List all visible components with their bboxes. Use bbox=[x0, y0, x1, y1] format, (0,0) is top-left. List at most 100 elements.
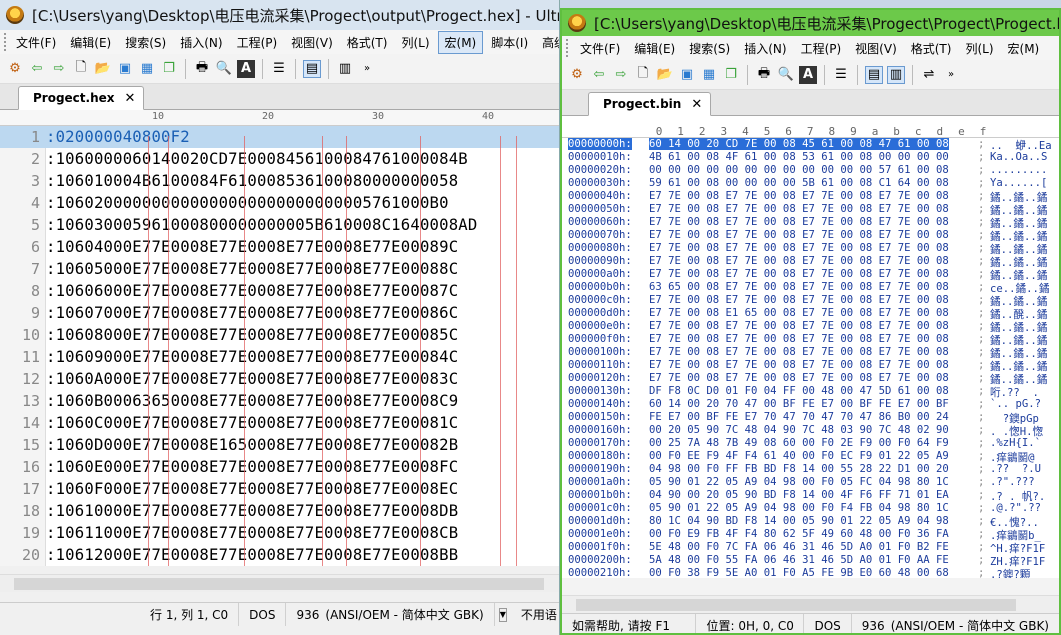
font-icon[interactable]: A bbox=[799, 65, 817, 84]
hex-bytes[interactable]: E7 7E 00 08 E7 7E 00 08 E7 7E 00 08 E7 7… bbox=[649, 359, 949, 371]
hex-row[interactable]: 000000a0h: E7 7E 00 08 E7 7E 00 08 E7 7E … bbox=[562, 268, 1059, 282]
text-line[interactable]: 9:10607000E77E0008E77E0008E77E0008E77E00… bbox=[0, 302, 559, 324]
text-line[interactable]: 2:1060000060140020CD7E000845610008476100… bbox=[0, 148, 559, 170]
hex-bytes[interactable]: 80 1C 04 90 BD F8 14 00 05 90 01 22 05 A… bbox=[649, 515, 949, 527]
toolbar-overflow-icon[interactable]: » bbox=[358, 60, 376, 78]
open-folder-icon[interactable]: 📂 bbox=[656, 66, 674, 84]
menu-project[interactable]: 工程(P) bbox=[795, 38, 848, 59]
hex-mode-icon[interactable]: ▤ bbox=[865, 65, 883, 84]
back-arrow-icon[interactable]: ⇦ bbox=[590, 66, 608, 84]
text-line[interactable]: 13:1060B00063650008E77E0008E77E0008E77E0… bbox=[0, 390, 559, 412]
hex-row[interactable]: 00000160h: 00 20 05 90 7C 48 04 90 7C 48 … bbox=[562, 424, 1059, 438]
text-line[interactable]: 8:10606000E77E0008E77E0008E77E0008E77E00… bbox=[0, 280, 559, 302]
hex-bytes[interactable]: 00 F0 EE F9 4F F4 61 40 00 F0 EC F9 01 2… bbox=[649, 450, 949, 462]
text-line[interactable]: 20:10612000E77E0008E77E0008E77E0008E77E0… bbox=[0, 544, 559, 566]
line-text[interactable]: :1060A000E77E0008E77E0008E77E0008E77E000… bbox=[44, 370, 458, 388]
ascii-text[interactable]: .?? ?.U bbox=[990, 463, 1041, 475]
print-icon[interactable]: 🖶 bbox=[193, 60, 211, 78]
hex-row[interactable]: 000000f0h: E7 7E 00 08 E7 7E 00 08 E7 7E … bbox=[562, 333, 1059, 347]
hex-bytes[interactable]: 00 20 05 90 7C 48 04 90 7C 48 03 90 7C 4… bbox=[649, 424, 949, 436]
text-line[interactable]: 17:1060F000E77E0008E77E0008E77E0008E77E0… bbox=[0, 478, 559, 500]
horizontal-scrollbar[interactable] bbox=[0, 574, 559, 592]
hex-row[interactable]: 00000130h: DF F8 0C D0 01 F0 04 FF 00 48 … bbox=[562, 385, 1059, 399]
line-text[interactable]: :10605000E77E0008E77E0008E77E0008E77E000… bbox=[44, 260, 458, 278]
hex-row[interactable]: 00000120h: E7 7E 00 08 E7 7E 00 08 E7 7E … bbox=[562, 372, 1059, 386]
menu-grip[interactable] bbox=[566, 39, 570, 57]
hex-bytes[interactable]: E7 7E 00 08 E7 7E 00 08 E7 7E 00 08 E7 7… bbox=[649, 294, 949, 306]
chevron-down-icon[interactable]: ▼ bbox=[498, 607, 507, 622]
hex-row[interactable]: 00000050h: E7 7E 00 08 E7 7E 00 08 E7 7E … bbox=[562, 203, 1059, 217]
open-folder-icon[interactable]: 📂 bbox=[94, 60, 112, 78]
menu-edit[interactable]: 编辑(E) bbox=[628, 38, 681, 59]
text-line[interactable]: 14:1060C000E77E0008E77E0008E77E0008E77E0… bbox=[0, 412, 559, 434]
hex-row[interactable]: 000001c0h: 05 90 01 22 05 A9 04 98 00 F0 … bbox=[562, 502, 1059, 515]
menu-format[interactable]: 格式(T) bbox=[905, 38, 958, 59]
text-line[interactable]: 19:10611000E77E0008E77E0008E77E0008E77E0… bbox=[0, 522, 559, 544]
hex-bytes[interactable]: 60 14 00 20 70 47 00 BF FE E7 00 BF FE E… bbox=[649, 398, 949, 410]
hex-row[interactable]: 00000210h: 00 F0 38 F9 5E A0 01 F0 A5 FE … bbox=[562, 567, 1059, 578]
hex-bytes[interactable]: 00 F0 E9 FB 4F F4 80 62 5F 49 60 48 00 F… bbox=[649, 528, 949, 540]
text-line[interactable]: 5:106030005961000800000000005B610008C164… bbox=[0, 214, 559, 236]
hex-bytes[interactable]: 63 65 00 08 E7 7E 00 08 E7 7E 00 08 E7 7… bbox=[649, 281, 949, 293]
settings-icon[interactable]: ⚙ bbox=[6, 60, 24, 78]
line-text[interactable]: :10612000E77E0008E77E0008E77E0008E77E000… bbox=[44, 546, 458, 564]
hex-bytes[interactable]: 05 90 01 22 05 A9 04 98 00 F0 05 FC 04 9… bbox=[649, 476, 949, 488]
back-arrow-icon[interactable]: ⇦ bbox=[28, 60, 46, 78]
hex-row[interactable]: 00000060h: E7 7E 00 08 E7 7E 00 08 E7 7E … bbox=[562, 216, 1059, 230]
hex-row[interactable]: 00000200h: 5A 48 00 F0 55 FA 06 46 31 46 … bbox=[562, 554, 1059, 568]
hex-editor[interactable]: 00000000h: 60 14 00 20 CD 7E 00 08 45 61 … bbox=[562, 138, 1059, 578]
save-all-icon[interactable]: ▦ bbox=[138, 60, 156, 78]
hex-bytes[interactable]: E7 7E 00 08 E7 7E 00 08 E7 7E 00 08 E7 7… bbox=[649, 346, 949, 358]
line-text[interactable]: :106020000000000000000000000000005761000… bbox=[44, 194, 449, 212]
hex-bytes[interactable]: E7 7E 00 08 E7 7E 00 08 E7 7E 00 08 E7 7… bbox=[649, 268, 949, 280]
hex-row[interactable]: 00000010h: 4B 61 00 08 4F 61 00 08 53 61 … bbox=[562, 151, 1059, 164]
text-line[interactable]: 4:10602000000000000000000000000000576100… bbox=[0, 192, 559, 214]
hex-bytes[interactable]: E7 7E 00 08 E1 65 00 08 E7 7E 00 08 E7 7… bbox=[649, 307, 949, 319]
line-text[interactable]: :106030005961000800000000005B610008C1640… bbox=[44, 216, 477, 234]
hex-bytes[interactable]: 00 00 00 00 00 00 00 00 00 00 00 00 57 6… bbox=[649, 164, 949, 176]
hex-bytes[interactable]: DF F8 0C D0 01 F0 04 FF 00 48 00 47 5D 6… bbox=[649, 385, 949, 397]
new-file-icon[interactable]: 🗋 bbox=[72, 60, 90, 78]
line-text[interactable]: :10608000E77E0008E77E0008E77E0008E77E000… bbox=[44, 326, 458, 344]
word-wrap-icon[interactable]: ⇌ bbox=[920, 66, 938, 84]
line-ending-format[interactable]: DOS bbox=[239, 603, 287, 626]
font-icon[interactable]: A bbox=[237, 59, 255, 78]
hex-bytes[interactable]: E7 7E 00 08 E7 7E 00 08 E7 7E 00 08 E7 7… bbox=[649, 203, 949, 215]
scrollbar-thumb[interactable] bbox=[14, 578, 544, 590]
hex-bytes[interactable]: E7 7E 00 08 E7 7E 00 08 E7 7E 00 08 E7 7… bbox=[649, 320, 949, 332]
hex-bytes[interactable]: E7 7E 00 08 E7 7E 00 08 E7 7E 00 08 E7 7… bbox=[649, 242, 949, 254]
hex-bytes[interactable]: 00 25 7A 48 7B 49 08 60 00 F0 2E F9 00 F… bbox=[649, 437, 949, 449]
hex-row[interactable]: 00000150h: FE E7 00 BF FE E7 70 47 70 47 … bbox=[562, 411, 1059, 425]
menu-script[interactable]: 脚本(I) bbox=[485, 32, 534, 53]
ascii-text[interactable]: .?鐭?顆 bbox=[990, 567, 1030, 578]
hex-bytes[interactable]: 04 90 00 20 05 90 BD F8 14 00 4F F6 FF 7… bbox=[649, 489, 949, 501]
hex-mode-icon[interactable]: ▤ bbox=[303, 59, 321, 78]
hex-bytes[interactable]: 59 61 00 08 00 00 00 00 5B 61 00 08 C1 6… bbox=[649, 177, 949, 189]
print-preview-icon[interactable]: 🔍 bbox=[215, 60, 233, 78]
ascii-text[interactable]: ......... bbox=[990, 164, 1047, 176]
hex-row[interactable]: 00000170h: 00 25 7A 48 7B 49 08 60 00 F0 … bbox=[562, 437, 1059, 450]
line-text[interactable]: :10607000E77E0008E77E0008E77E0008E77E000… bbox=[44, 304, 458, 322]
horizontal-scrollbar[interactable] bbox=[562, 595, 1059, 613]
column-mode-icon[interactable]: ▥ bbox=[887, 65, 905, 84]
copy-icon[interactable]: ❐ bbox=[160, 60, 178, 78]
hex-row[interactable]: 00000000h: 60 14 00 20 CD 7E 00 08 45 61 … bbox=[562, 138, 1059, 152]
menu-column[interactable]: 列(L) bbox=[395, 32, 435, 53]
hex-bytes[interactable]: 4B 61 00 08 4F 61 00 08 53 61 00 08 00 0… bbox=[649, 151, 949, 163]
menu-insert[interactable]: 插入(N) bbox=[738, 38, 792, 59]
column-mode-icon[interactable]: ▥ bbox=[336, 60, 354, 78]
print-preview-icon[interactable]: 🔍 bbox=[777, 66, 795, 84]
menu-search[interactable]: 搜索(S) bbox=[683, 38, 736, 59]
ascii-text[interactable]: .?".??? bbox=[990, 476, 1035, 488]
text-line[interactable]: 6:10604000E77E0008E77E0008E77E0008E77E00… bbox=[0, 236, 559, 258]
line-text[interactable]: :106010004B6100084F610008536100080000000… bbox=[44, 172, 458, 190]
text-line[interactable]: 3:106010004B6100084F61000853610008000000… bbox=[0, 170, 559, 192]
text-line[interactable]: 12:1060A000E77E0008E77E0008E77E0008E77E0… bbox=[0, 368, 559, 390]
menu-file[interactable]: 文件(F) bbox=[10, 32, 62, 53]
hex-row[interactable]: 00000030h: 59 61 00 08 00 00 00 00 5B 61 … bbox=[562, 177, 1059, 190]
close-icon[interactable]: ✕ bbox=[125, 91, 136, 106]
toolbar-overflow-icon[interactable]: » bbox=[942, 66, 960, 84]
hex-row[interactable]: 00000100h: E7 7E 00 08 E7 7E 00 08 E7 7E … bbox=[562, 346, 1059, 360]
menu-grip[interactable] bbox=[4, 33, 6, 51]
hex-bytes[interactable]: FE E7 00 BF FE E7 70 47 70 47 70 47 86 B… bbox=[649, 411, 949, 423]
